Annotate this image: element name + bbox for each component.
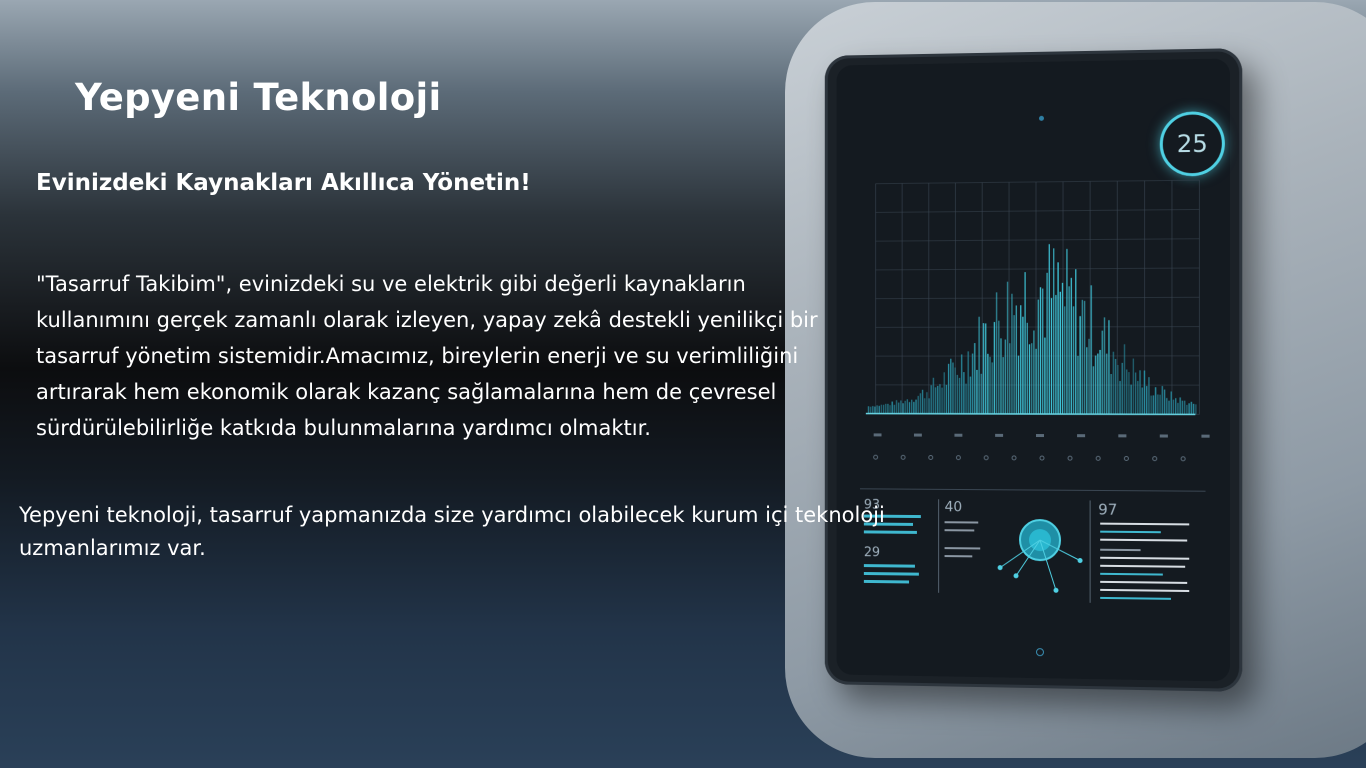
chart-baseline <box>866 414 1196 415</box>
center-panel-value: 40 <box>945 499 963 515</box>
dashboard-graphic: 93 29 40 97 <box>836 58 1210 681</box>
tablet-screen: 25 93 29 40 97 <box>836 58 1231 682</box>
section-divider <box>860 489 1206 491</box>
description-paragraph: "Tasarruf Takibim", evinizdeki su ve ele… <box>36 272 818 440</box>
center-panel: 40 <box>944 499 1091 603</box>
right-panel-value: 97 <box>1098 500 1117 518</box>
axis-ticks <box>874 433 1210 461</box>
slide-title: Yepyeni Teknoloji <box>75 76 442 119</box>
home-indicator <box>1035 648 1044 657</box>
right-panel: 97 <box>1098 500 1190 600</box>
chart-grid <box>876 180 1200 414</box>
tablet-image: 25 93 29 40 97 <box>824 48 1243 692</box>
experts-note: Yepyeni teknoloji, tasarruf yapmanızda s… <box>19 503 885 560</box>
slide-subtitle: Evinizdeki Kaynakları Akıllıca Yönetin! <box>36 170 531 196</box>
